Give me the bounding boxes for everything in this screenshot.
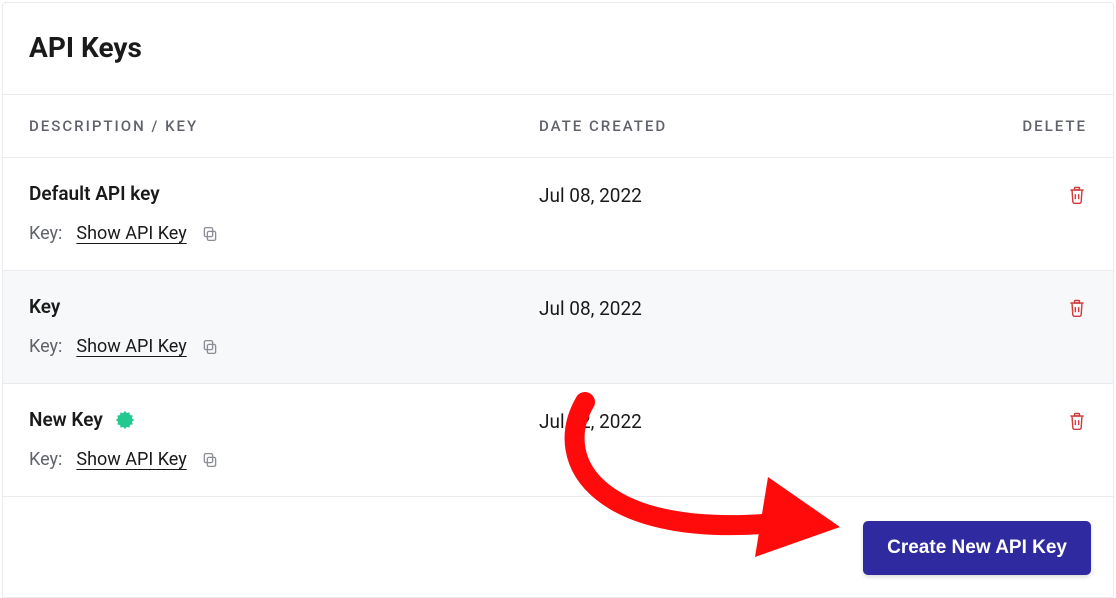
key-line: Key: Show API Key <box>29 449 539 470</box>
show-api-key-link[interactable]: Show API Key <box>76 449 186 470</box>
key-name-text: Key <box>29 295 60 318</box>
trash-icon[interactable] <box>1067 410 1087 432</box>
table-row: Key Key: Show API Key Jul 08, 2022 <box>3 271 1113 384</box>
show-api-key-link[interactable]: Show API Key <box>76 223 186 244</box>
key-label: Key: <box>29 449 62 470</box>
trash-icon[interactable] <box>1067 297 1087 319</box>
key-name-text: Default API key <box>29 182 160 205</box>
panel-header: API Keys <box>3 3 1113 94</box>
show-api-key-link[interactable]: Show API Key <box>76 336 186 357</box>
key-line: Key: Show API Key <box>29 223 539 244</box>
page-title: API Keys <box>29 31 1087 64</box>
column-header-description: DESCRIPTION / KEY <box>29 117 539 135</box>
copy-icon[interactable] <box>201 338 219 356</box>
copy-icon[interactable] <box>201 451 219 469</box>
new-badge-icon <box>115 410 135 430</box>
create-new-api-key-button[interactable]: Create New API Key <box>863 521 1091 575</box>
table-row: Default API key Key: Show API Key Jul 08… <box>3 158 1113 271</box>
table-row: New Key Key: Show API Key Jul 22, 2 <box>3 384 1113 497</box>
cell-description: Default API key Key: Show API Key <box>29 182 539 244</box>
cell-delete <box>977 295 1087 323</box>
cell-description: New Key Key: Show API Key <box>29 408 539 470</box>
cell-description: Key Key: Show API Key <box>29 295 539 357</box>
table-header-row: DESCRIPTION / KEY DATE CREATED DELETE <box>3 94 1113 158</box>
key-line: Key: Show API Key <box>29 336 539 357</box>
key-name: New Key <box>29 408 539 431</box>
copy-icon[interactable] <box>201 225 219 243</box>
trash-icon[interactable] <box>1067 184 1087 206</box>
key-name: Key <box>29 295 539 318</box>
cell-delete <box>977 182 1087 210</box>
key-name-text: New Key <box>29 408 103 431</box>
key-name: Default API key <box>29 182 539 205</box>
api-keys-panel: API Keys DESCRIPTION / KEY DATE CREATED … <box>2 2 1114 598</box>
cell-date: Jul 08, 2022 <box>539 295 977 320</box>
column-header-date: DATE CREATED <box>539 117 977 135</box>
cell-delete <box>977 408 1087 436</box>
column-header-delete: DELETE <box>977 117 1087 135</box>
panel-footer: Create New API Key <box>3 497 1113 597</box>
cell-date: Jul 08, 2022 <box>539 182 977 207</box>
key-label: Key: <box>29 336 62 357</box>
key-label: Key: <box>29 223 62 244</box>
cell-date: Jul 22, 2022 <box>539 408 977 433</box>
